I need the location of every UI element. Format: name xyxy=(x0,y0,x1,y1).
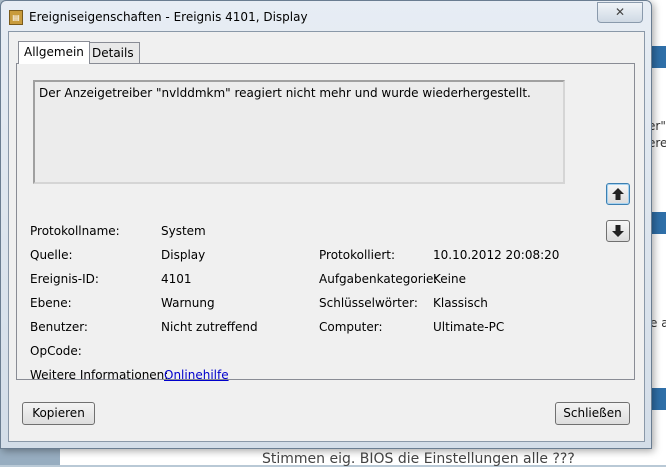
label-schluesselwoerter: Schlüsselwörter: xyxy=(319,296,418,310)
copy-button[interactable]: Kopieren xyxy=(22,402,95,425)
arrow-down-icon xyxy=(612,225,624,237)
onlinehilfe-link[interactable]: Onlinehilfe xyxy=(164,368,229,382)
value-ebene: Warnung xyxy=(161,296,215,310)
value-protokolliert: 10.10.2012 20:08:20 xyxy=(433,248,560,262)
tab-panel-allgemein: Der Anzeigetreiber "nvlddmkm" reagiert n… xyxy=(16,63,635,382)
tab-details[interactable]: Details xyxy=(86,42,140,63)
dialog-client-area: Allgemein Details Der Anzeigetreiber "nv… xyxy=(8,31,645,442)
label-aufgabenkategorie: Aufgabenkategorie: xyxy=(319,272,438,286)
label-opcode: OpCode: xyxy=(30,344,82,358)
window-title: Ereigniseigenschaften - Ereignis 4101, D… xyxy=(29,10,308,24)
label-computer: Computer: xyxy=(319,320,383,334)
background-text: e a xyxy=(650,316,666,330)
previous-event-button[interactable] xyxy=(606,183,630,205)
label-quelle: Quelle: xyxy=(30,248,73,262)
label-ebene: Ebene: xyxy=(30,296,72,310)
value-quelle: Display xyxy=(161,248,206,262)
value-schluesselwoerter: Klassisch xyxy=(433,296,488,310)
label-ereignis-id: Ereignis-ID: xyxy=(30,272,99,286)
event-viewer-icon: ▤ xyxy=(9,10,23,25)
event-properties-dialog: ▤ Ereigniseigenschaften - Ereignis 4101,… xyxy=(0,0,652,449)
tab-allgemein[interactable]: Allgemein xyxy=(18,41,90,64)
value-computer: Ultimate-PC xyxy=(433,320,505,334)
label-weitere-informationen: Weitere Informationen: xyxy=(30,368,169,382)
value-protokollname: System xyxy=(161,224,206,238)
value-ereignis-id: 4101 xyxy=(161,272,192,286)
next-event-button[interactable] xyxy=(606,220,630,242)
value-benutzer: Nicht zutreffend xyxy=(161,320,258,334)
label-protokolliert: Protokolliert: xyxy=(319,248,396,262)
title-bar[interactable]: ▤ Ereigniseigenschaften - Ereignis 4101,… xyxy=(1,1,651,31)
label-benutzer: Benutzer: xyxy=(30,320,88,334)
event-description[interactable]: Der Anzeigetreiber "nvlddmkm" reagiert n… xyxy=(33,80,565,184)
close-button[interactable]: Schließen xyxy=(555,402,630,425)
label-protokollname: Protokollname: xyxy=(30,224,120,238)
value-aufgabenkategorie: Keine xyxy=(433,272,466,286)
arrow-up-icon xyxy=(612,188,624,200)
close-window-button[interactable]: ✕ xyxy=(597,2,643,23)
